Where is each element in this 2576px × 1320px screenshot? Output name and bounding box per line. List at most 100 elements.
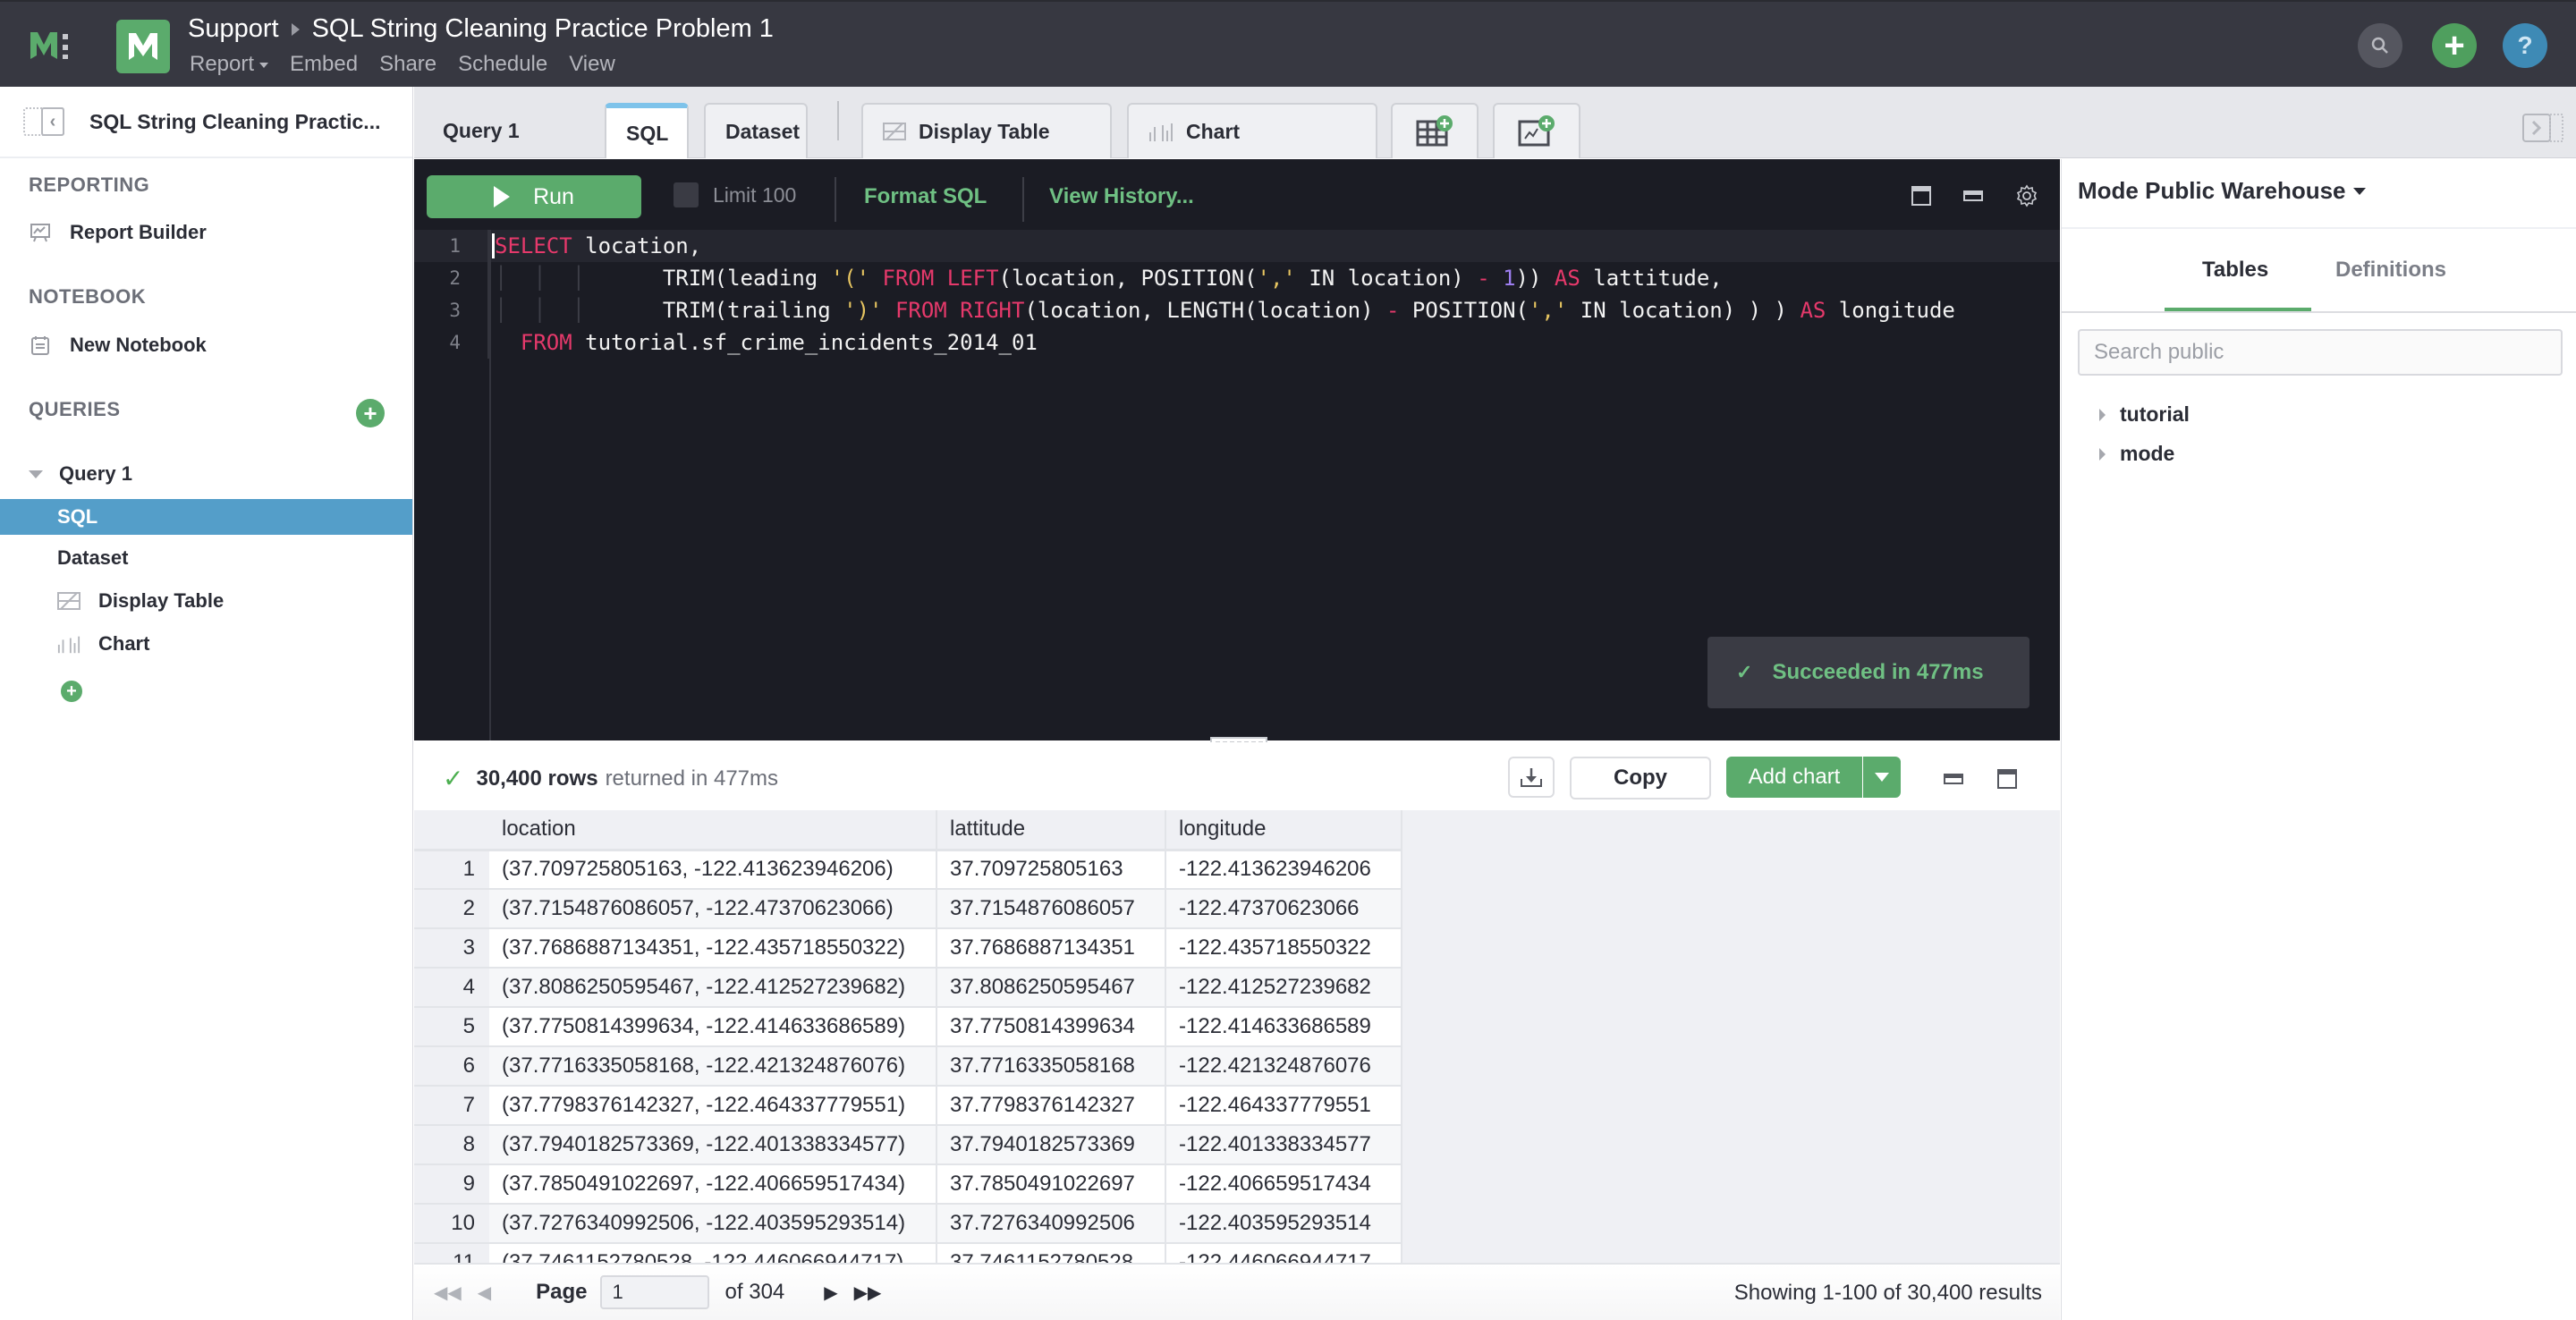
breadcrumb-parent[interactable]: Support xyxy=(188,14,279,44)
minimize-results-icon[interactable] xyxy=(1944,774,1963,784)
table-cell[interactable]: -122.412527239682 xyxy=(1165,968,1402,1008)
table-cell[interactable]: -122.446066944717 xyxy=(1165,1243,1402,1263)
table-row[interactable]: 11 (37.7461152780528, -122.446066944717) 3… xyxy=(414,1243,1402,1263)
table-cell[interactable]: 37.7716335058168 xyxy=(936,1046,1166,1087)
table-cell[interactable]: 37.8086250595467 xyxy=(936,968,1166,1008)
maximize-results-icon[interactable] xyxy=(1997,769,2017,789)
create-new-button[interactable]: + xyxy=(2432,23,2477,68)
table-cell[interactable]: (37.709725805163, -122.413623946206) xyxy=(489,850,937,890)
table-row[interactable]: 9 (37.7850491022697, -122.406659517434) 37… xyxy=(414,1164,1402,1205)
schema-tree-item-mode[interactable]: mode xyxy=(2099,442,2174,466)
run-button[interactable]: Run xyxy=(427,175,641,218)
search-button[interactable] xyxy=(2358,23,2402,68)
report-title[interactable]: SQL String Cleaning Practice Problem 1 xyxy=(312,14,774,44)
table-cell[interactable]: 37.7686887134351 xyxy=(936,928,1166,969)
table-cell[interactable]: (37.7686887134351, -122.435718550322) xyxy=(489,928,937,969)
table-cell[interactable]: 37.7276340992506 xyxy=(936,1204,1166,1244)
table-cell[interactable]: (37.7461152780528, -122.446066944717) xyxy=(489,1243,937,1263)
tab-sql[interactable]: SQL xyxy=(605,103,689,158)
table-cell[interactable]: -122.435718550322 xyxy=(1165,928,1402,969)
schema-tree-item-tutorial[interactable]: tutorial xyxy=(2099,402,2190,427)
sidebar-item-report-builder[interactable]: Report Builder xyxy=(0,212,412,253)
table-cell[interactable]: (37.7850491022697, -122.406659517434) xyxy=(489,1164,937,1205)
menu-report[interactable]: Report xyxy=(190,52,268,77)
first-page-icon[interactable]: ◀◀ xyxy=(434,1282,462,1304)
page-number-input[interactable] xyxy=(599,1275,709,1309)
tab-query-1[interactable]: Query 1 xyxy=(423,103,557,158)
last-page-icon[interactable]: ▶▶ xyxy=(854,1282,882,1304)
table-row[interactable]: 4 (37.8086250595467, -122.412527239682) 37… xyxy=(414,968,1402,1008)
code-area[interactable]: 1 SELECT location, 2 │ │ │ TRIM(leading … xyxy=(414,230,2060,359)
sidebar-item-query-1[interactable]: Query 1 xyxy=(0,453,412,495)
table-cell[interactable]: 37.7940182573369 xyxy=(936,1125,1166,1165)
next-page-icon[interactable]: ▶ xyxy=(824,1282,837,1304)
limit-100-checkbox[interactable]: Limit 100 xyxy=(674,182,796,207)
table-cell[interactable]: -122.464337779551 xyxy=(1165,1086,1402,1126)
table-row[interactable]: 5 (37.7750814399634, -122.414633686589) 37… xyxy=(414,1007,1402,1047)
add-chart-dropdown-button[interactable] xyxy=(1863,757,1901,798)
download-button[interactable] xyxy=(1508,757,1555,798)
tab-chart[interactable]: Chart xyxy=(1127,103,1377,158)
schema-search-input[interactable] xyxy=(2078,329,2563,376)
help-button[interactable]: ? xyxy=(2503,23,2547,68)
table-row[interactable]: 7 (37.7798376142327, -122.464337779551) 37… xyxy=(414,1086,1402,1126)
add-query-button[interactable]: + xyxy=(356,399,385,427)
table-cell[interactable]: -122.401338334577 xyxy=(1165,1125,1402,1165)
view-history-button[interactable]: View History... xyxy=(1049,184,1194,209)
add-table-button[interactable] xyxy=(1391,103,1479,158)
table-cell[interactable]: -122.421324876076 xyxy=(1165,1046,1402,1087)
sidebar-item-display-table[interactable]: Display Table xyxy=(0,583,412,619)
table-cell[interactable]: (37.7940182573369, -122.401338334577) xyxy=(489,1125,937,1165)
table-row[interactable]: 8 (37.7940182573369, -122.401338334577) 37… xyxy=(414,1125,1402,1165)
table-cell[interactable]: -122.414633686589 xyxy=(1165,1007,1402,1047)
tab-tables[interactable]: Tables xyxy=(2202,258,2268,283)
table-cell[interactable]: (37.7798376142327, -122.464337779551) xyxy=(489,1086,937,1126)
table-cell[interactable]: (37.7154876086057, -122.47370623066) xyxy=(489,889,937,929)
add-visualization-button[interactable]: + xyxy=(61,681,82,702)
table-cell[interactable]: 37.7461152780528 xyxy=(936,1243,1166,1263)
tab-display-table[interactable]: Display Table xyxy=(861,103,1112,158)
table-row[interactable]: 6 (37.7716335058168, -122.421324876076) 37… xyxy=(414,1046,1402,1087)
table-cell[interactable]: 37.709725805163 xyxy=(936,850,1166,890)
table-cell[interactable]: (37.7750814399634, -122.414633686589) xyxy=(489,1007,937,1047)
table-cell[interactable]: -122.403595293514 xyxy=(1165,1204,1402,1244)
mode-logo-icon[interactable] xyxy=(29,29,75,63)
report-logo-icon[interactable] xyxy=(116,20,170,73)
table-row[interactable]: 2 (37.7154876086057, -122.47370623066) 37.… xyxy=(414,889,1402,929)
table-row[interactable]: 10 (37.7276340992506, -122.403595293514) 3… xyxy=(414,1204,1402,1244)
collapse-sidebar-button[interactable]: ‹ xyxy=(23,107,64,136)
format-sql-button[interactable]: Format SQL xyxy=(864,184,987,209)
previous-page-icon[interactable]: ◀ xyxy=(478,1282,491,1304)
minimize-editor-icon[interactable] xyxy=(1963,190,1983,201)
column-header[interactable]: longitude xyxy=(1165,810,1402,851)
menu-view[interactable]: View xyxy=(569,52,615,77)
table-cell[interactable]: 37.7798376142327 xyxy=(936,1086,1166,1126)
gear-icon[interactable] xyxy=(2015,184,2038,207)
table-cell[interactable]: (37.7276340992506, -122.403595293514) xyxy=(489,1204,937,1244)
collapse-schema-panel-button[interactable] xyxy=(2522,114,2563,142)
menu-share[interactable]: Share xyxy=(379,52,436,77)
warehouse-selector[interactable]: Mode Public Warehouse xyxy=(2078,177,2366,205)
results-grid[interactable]: location lattitude longitude 1 (37.709725… xyxy=(414,810,2060,1263)
table-cell[interactable]: -122.413623946206 xyxy=(1165,850,1402,890)
menu-schedule[interactable]: Schedule xyxy=(458,52,547,77)
table-row[interactable]: 1 (37.709725805163, -122.413623946206) 37.… xyxy=(414,850,1402,890)
sidebar-item-sql[interactable]: SQL xyxy=(0,499,412,535)
maximize-editor-icon[interactable] xyxy=(1911,186,1931,206)
column-header[interactable]: lattitude xyxy=(936,810,1166,851)
add-chart-button[interactable]: Add chart xyxy=(1726,757,1862,798)
add-chart-tab-button[interactable] xyxy=(1493,103,1580,158)
table-cell[interactable]: -122.47370623066 xyxy=(1165,889,1402,929)
tab-dataset[interactable]: Dataset xyxy=(704,103,808,158)
column-header[interactable]: location xyxy=(489,810,937,851)
menu-embed[interactable]: Embed xyxy=(290,52,358,77)
sidebar-item-new-notebook[interactable]: New Notebook xyxy=(0,325,412,366)
table-cell[interactable]: (37.7716335058168, -122.421324876076) xyxy=(489,1046,937,1087)
tab-definitions[interactable]: Definitions xyxy=(2335,258,2446,283)
table-cell[interactable]: -122.406659517434 xyxy=(1165,1164,1402,1205)
table-cell[interactable]: 37.7154876086057 xyxy=(936,889,1166,929)
sidebar-item-dataset[interactable]: Dataset xyxy=(0,540,412,576)
table-row[interactable]: 3 (37.7686887134351, -122.435718550322) 37… xyxy=(414,928,1402,969)
table-cell[interactable]: (37.8086250595467, -122.412527239682) xyxy=(489,968,937,1008)
sidebar-item-chart[interactable]: Chart xyxy=(0,626,412,662)
